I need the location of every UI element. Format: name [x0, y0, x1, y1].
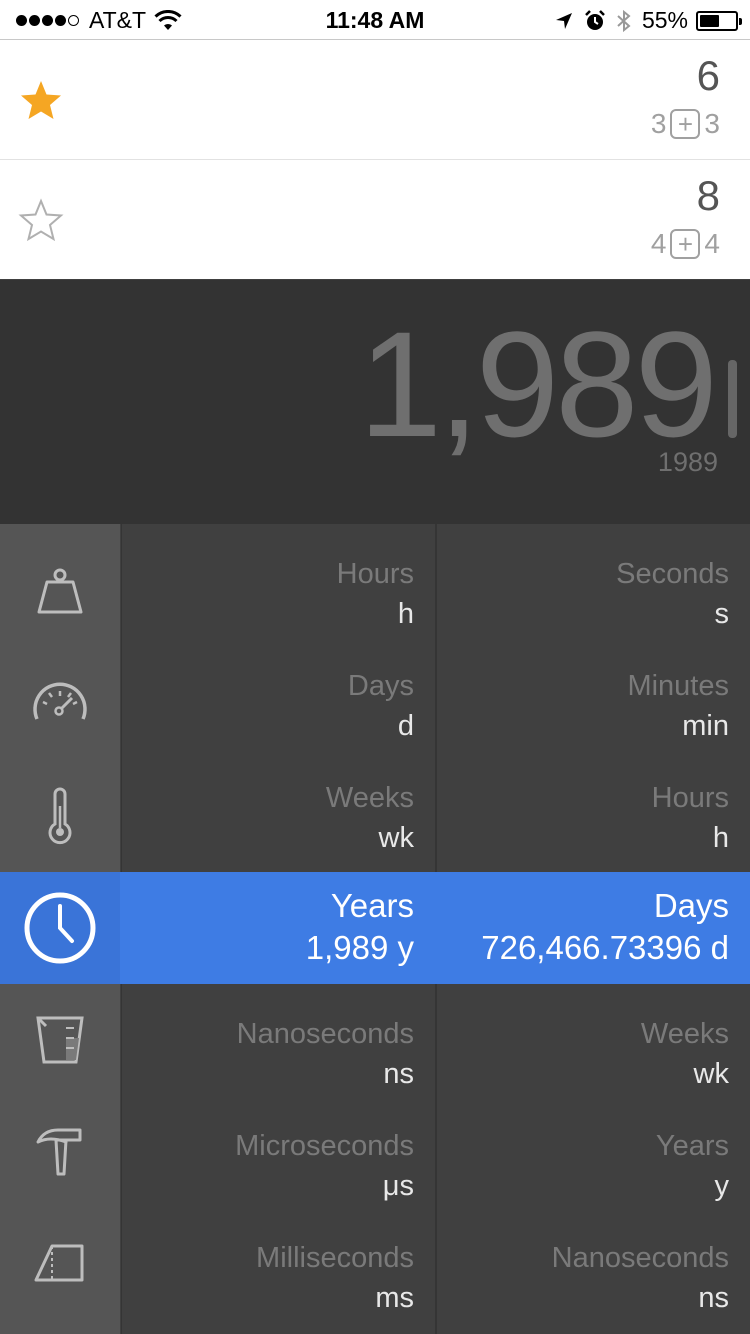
unit-abbr: ns — [383, 1058, 414, 1090]
unit-abbr: h — [712, 822, 729, 854]
unit-name: Weeks — [640, 1018, 729, 1050]
star-outline-icon[interactable] — [18, 197, 64, 243]
unit-abbr: s — [714, 598, 730, 630]
plus-operator-icon: + — [670, 229, 701, 259]
from-unit-cell[interactable]: Hours h — [122, 524, 435, 636]
measuring-cup-icon[interactable] — [20, 1000, 100, 1080]
favorite-total: 6 — [696, 52, 720, 99]
unit-name: Years — [655, 1130, 729, 1162]
status-bar: AT&T 11:48 AM 55% — [0, 0, 750, 40]
unit-name: Milliseconds — [256, 1242, 414, 1274]
display-value: 1,989 — [358, 300, 718, 468]
unit-name: Nanoseconds — [551, 1242, 729, 1274]
bluetooth-icon — [617, 9, 631, 32]
unit-name: Days — [347, 670, 414, 702]
location-arrow-icon — [555, 12, 572, 29]
favorite-row[interactable]: 8 4 + 4 — [0, 160, 750, 279]
star-filled-icon[interactable] — [18, 77, 64, 123]
favorite-expression: 3 + 3 — [651, 108, 720, 140]
from-unit-selected[interactable]: Years 1,989 y — [122, 872, 435, 984]
unit-name: Hours — [651, 782, 729, 814]
speedometer-icon[interactable] — [20, 664, 100, 744]
plus-operator-icon: + — [670, 109, 701, 139]
unit-abbr: ms — [375, 1282, 414, 1314]
to-unit-cell[interactable]: Hours h — [437, 748, 750, 860]
to-unit-name: Days — [653, 887, 729, 924]
unit-name: Weeks — [325, 782, 414, 814]
battery-percent: 55% — [641, 7, 688, 33]
thermometer-icon[interactable] — [20, 776, 100, 856]
alarm-icon — [585, 9, 605, 30]
favorite-total: 8 — [696, 172, 720, 219]
from-unit-cell[interactable]: Microseconds μs — [122, 1096, 435, 1208]
to-unit-cell[interactable]: Nanoseconds ns — [437, 1208, 750, 1320]
unit-name: Seconds — [616, 558, 729, 590]
to-unit-selected[interactable]: Days 726,466.73396 d — [437, 872, 750, 984]
selected-conversion-row[interactable]: Years 1,989 y Days 726,466.73396 d — [0, 872, 750, 984]
selected-category[interactable] — [0, 872, 120, 984]
from-unit-name: Years — [330, 887, 414, 924]
to-unit-cell[interactable]: Minutes min — [437, 636, 750, 748]
from-unit-cell[interactable]: Milliseconds ms — [122, 1208, 435, 1320]
operand-left: 4 — [650, 228, 667, 259]
from-unit-cell[interactable]: Weeks wk — [122, 748, 435, 860]
battery-icon — [696, 10, 742, 31]
unit-abbr: wk — [693, 1058, 729, 1090]
clock-icon[interactable] — [22, 890, 98, 966]
favorite-row[interactable]: 6 3 + 3 — [0, 40, 750, 160]
operand-left: 3 — [650, 108, 667, 139]
area-icon[interactable] — [20, 1224, 100, 1304]
unit-name: Nanoseconds — [236, 1018, 414, 1050]
status-right: 55% — [554, 7, 742, 34]
unit-abbr: wk — [378, 822, 414, 854]
number-display[interactable]: 1,989 1989 — [0, 280, 750, 524]
to-unit-cell[interactable]: Weeks wk — [437, 984, 750, 1096]
text-cursor — [728, 360, 737, 438]
from-unit-value: 1,989 y — [305, 929, 414, 966]
to-unit-value: 726,466.73396 d — [481, 929, 729, 966]
to-unit-cell[interactable]: Seconds s — [437, 524, 750, 636]
unit-abbr: min — [682, 710, 729, 742]
favorite-expression: 4 + 4 — [651, 228, 720, 260]
unit-abbr: μs — [382, 1170, 414, 1202]
unit-name: Hours — [336, 558, 414, 590]
hammer-icon[interactable] — [20, 1112, 100, 1192]
to-unit-cell[interactable]: Years y — [437, 1096, 750, 1208]
unit-abbr: d — [397, 710, 414, 742]
unit-abbr: y — [714, 1170, 730, 1202]
display-raw-value: 1989 — [657, 447, 718, 477]
operand-right: 4 — [704, 228, 720, 259]
from-unit-cell[interactable]: Nanoseconds ns — [122, 984, 435, 1096]
from-unit-cell[interactable]: Days d — [122, 636, 435, 748]
weight-icon[interactable] — [20, 552, 100, 632]
operand-right: 3 — [704, 108, 720, 139]
unit-abbr: ns — [698, 1282, 729, 1314]
unit-name: Microseconds — [235, 1130, 414, 1162]
unit-name: Minutes — [627, 670, 729, 702]
unit-abbr: h — [397, 598, 414, 630]
